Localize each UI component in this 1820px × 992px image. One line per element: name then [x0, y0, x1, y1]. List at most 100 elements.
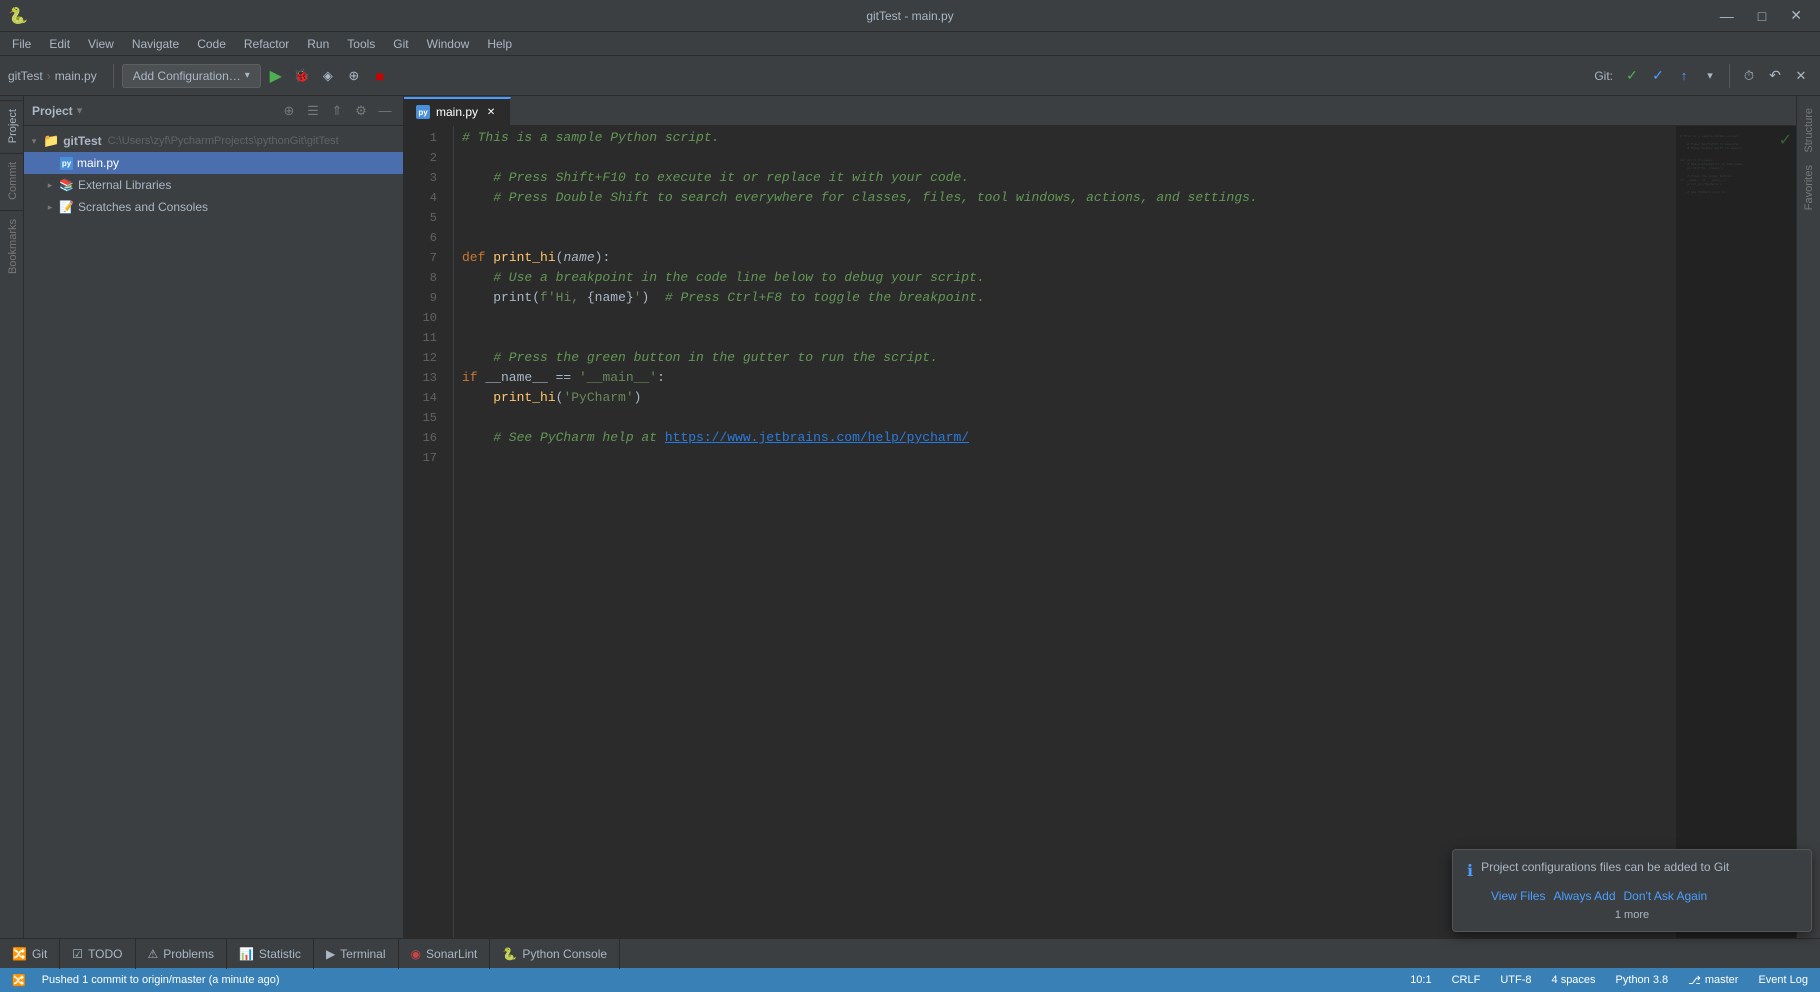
code-line-7: def print_hi(name): [462, 248, 1668, 268]
menu-item-code[interactable]: Code [189, 35, 234, 53]
debug-button[interactable]: 🐞 [291, 65, 313, 87]
git-undo-icon[interactable]: ↶ [1764, 65, 1786, 87]
bottom-tab-python-console[interactable]: 🐍 Python Console [490, 939, 620, 969]
sonarqube-tab-icon: ◉ [411, 947, 421, 961]
project-dropdown-icon[interactable]: ▾ [77, 104, 83, 117]
scratches-label: Scratches and Consoles [78, 200, 208, 214]
problems-tab-icon: ⚠ [148, 947, 159, 961]
code-line-15 [462, 408, 1668, 428]
menu-item-navigate[interactable]: Navigate [124, 35, 187, 53]
python-version[interactable]: Python 3.8 [1612, 974, 1673, 986]
tree-item-scratches[interactable]: ▸ 📝 Scratches and Consoles [24, 196, 403, 218]
git-tab-icon: 🔀 [12, 947, 27, 961]
tree-item-external-libs[interactable]: ▸ 📚 External Libraries [24, 174, 403, 196]
branch-icon: ⎇ [1688, 974, 1701, 987]
line-num-14: 14 [404, 388, 445, 408]
profile-button[interactable]: ⊕ [343, 65, 365, 87]
scope-button[interactable]: ⊕ [279, 101, 299, 121]
app-icon: 🐍 [8, 6, 28, 26]
bottom-tab-git[interactable]: 🔀 Git [0, 939, 60, 969]
minimize-button[interactable]: — [1710, 6, 1744, 26]
git-branch[interactable]: ⎇ master [1684, 974, 1742, 987]
notification-info-icon: ℹ [1467, 861, 1473, 881]
project-tree: ▾ 📁 gitTest C:\Users\zyf\PycharmProjects… [24, 126, 403, 938]
git-checkmark-green[interactable]: ✓ [1621, 65, 1643, 87]
git-label: Git: [1594, 69, 1613, 83]
code-line-17 [462, 448, 1668, 468]
file-breadcrumb[interactable]: main.py [55, 69, 97, 83]
menu-item-help[interactable]: Help [479, 35, 520, 53]
menu-item-refactor[interactable]: Refactor [236, 35, 297, 53]
tree-root[interactable]: ▾ 📁 gitTest C:\Users\zyf\PycharmProjects… [24, 130, 403, 152]
add-configuration-button[interactable]: Add Configuration… ▾ [122, 64, 261, 88]
view-files-link[interactable]: View Files [1491, 889, 1545, 903]
git-settings-icon[interactable]: ✕ [1790, 65, 1812, 87]
menu-item-view[interactable]: View [80, 35, 122, 53]
tab-label: main.py [436, 105, 478, 119]
collapse-all-button[interactable]: ☰ [303, 101, 323, 121]
always-add-link[interactable]: Always Add [1553, 889, 1615, 903]
python-console-tab-icon: 🐍 [502, 947, 517, 961]
line-ending[interactable]: CRLF [1448, 974, 1485, 986]
maximize-button[interactable]: □ [1748, 6, 1776, 26]
one-more-button[interactable]: 1 more [1467, 909, 1797, 921]
editor-tab-main-py[interactable]: py main.py ✕ [404, 97, 511, 125]
menu-item-run[interactable]: Run [299, 35, 337, 53]
git-push-icon[interactable]: ↑ [1673, 65, 1695, 87]
left-label-project[interactable]: Project [0, 100, 23, 151]
code-content[interactable]: # This is a sample Python script. # Pres… [454, 126, 1676, 938]
expand-button[interactable]: ⇑ [327, 101, 347, 121]
code-line-16: # See PyCharm help at https://www.jetbra… [462, 428, 1668, 448]
scratches-icon: 📝 [59, 200, 74, 214]
title-bar-center: gitTest - main.py [866, 9, 953, 23]
event-log[interactable]: Event Log [1754, 974, 1812, 986]
pushed-status[interactable]: Pushed 1 commit to origin/master (a minu… [38, 974, 284, 986]
root-name: gitTest [63, 134, 101, 148]
project-panel: Project ▾ ⊕ ☰ ⇑ ⚙ — ▾ 📁 gitTest C:\Users… [24, 96, 404, 938]
menu-item-edit[interactable]: Edit [41, 35, 78, 53]
dont-ask-again-link[interactable]: Don't Ask Again [1624, 889, 1708, 903]
menu-item-window[interactable]: Window [419, 35, 478, 53]
git-checkmark-blue[interactable]: ✓ [1647, 65, 1669, 87]
project-settings-button[interactable]: ⚙ [351, 101, 371, 121]
git-status-icon-btn[interactable]: 🔀 [8, 974, 30, 987]
git-history-icon[interactable]: ⏱ [1738, 65, 1760, 87]
project-panel-title: Project [32, 104, 73, 118]
menu-item-file[interactable]: File [4, 35, 39, 53]
toolbar-sep-2 [1729, 64, 1730, 88]
menu-item-git[interactable]: Git [385, 35, 416, 53]
indent-settings[interactable]: 4 spaces [1548, 974, 1600, 986]
git-dropdown-icon[interactable]: ▾ [1699, 65, 1721, 87]
minimize-panel-button[interactable]: — [375, 101, 395, 121]
statistic-tab-label: Statistic [259, 947, 301, 961]
menu-bar: File Edit View Navigate Code Refactor Ru… [0, 32, 1820, 56]
bottom-tab-sonarqube[interactable]: ◉ SonarLint [399, 939, 491, 969]
menu-item-tools[interactable]: Tools [339, 35, 383, 53]
bottom-tab-terminal[interactable]: ▶ Terminal [314, 939, 399, 969]
notification-header: ℹ Project configurations files can be ad… [1467, 860, 1797, 881]
encoding[interactable]: UTF-8 [1496, 974, 1535, 986]
coverage-button[interactable]: ◈ [317, 65, 339, 87]
stop-button[interactable]: ■ [369, 65, 391, 87]
left-label-bookmarks[interactable]: Bookmarks [0, 210, 23, 282]
close-button[interactable]: ✕ [1780, 5, 1812, 26]
project-breadcrumb[interactable]: gitTest [8, 69, 43, 83]
bottom-tab-statistic[interactable]: 📊 Statistic [227, 939, 314, 969]
title-bar-right: — □ ✕ [1710, 5, 1812, 26]
run-button[interactable]: ▶ [265, 65, 287, 87]
add-config-label: Add Configuration… [133, 69, 241, 83]
right-label-structure[interactable]: Structure [1801, 104, 1817, 157]
event-log-text: Event Log [1758, 974, 1808, 986]
minimap: # This is a sample Python script. # Pres… [1676, 126, 1796, 938]
cursor-position[interactable]: 10:1 [1406, 974, 1435, 986]
status-bar: 🔀 Pushed 1 commit to origin/master (a mi… [0, 968, 1820, 992]
right-label-favorites[interactable]: Favorites [1801, 161, 1817, 214]
bottom-tab-todo[interactable]: ☑ TODO [60, 939, 135, 969]
bottom-tab-problems[interactable]: ⚠ Problems [136, 939, 227, 969]
tree-item-main-py[interactable]: py main.py [24, 152, 403, 174]
root-arrow: ▾ [28, 135, 40, 147]
left-label-commit[interactable]: Commit [0, 153, 23, 208]
code-editor[interactable]: 1 2 3 4 5 6 7 8 9⬤ 10 11 12 13▶ 14 15 16… [404, 126, 1796, 938]
status-bar-right: 10:1 CRLF UTF-8 4 spaces Python 3.8 ⎇ ma… [1406, 974, 1812, 987]
tab-close-button[interactable]: ✕ [484, 105, 498, 119]
